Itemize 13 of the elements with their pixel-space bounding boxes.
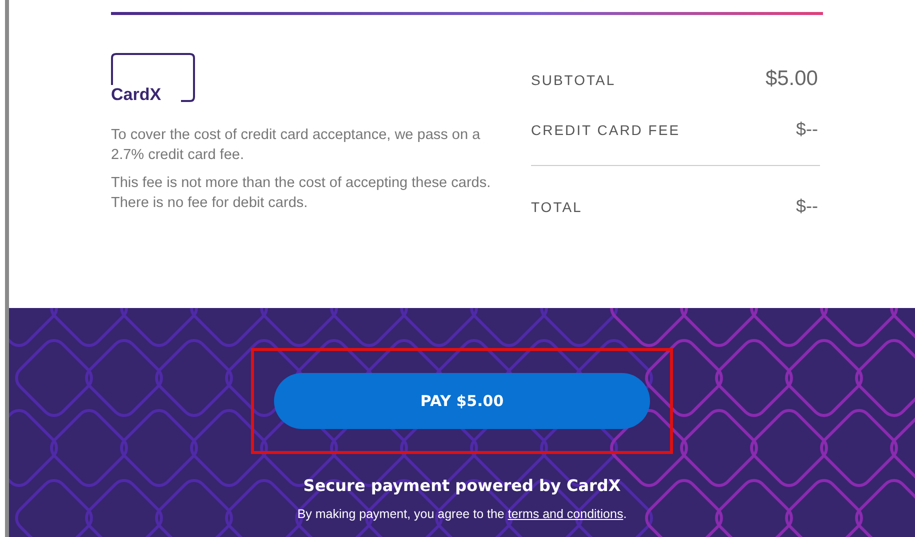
- summary-value: $--: [796, 119, 819, 140]
- summary-label: SUBTOTAL: [531, 72, 616, 88]
- summary-label: TOTAL: [531, 199, 582, 215]
- secure-payment-text: Secure payment powered by CardX: [303, 476, 621, 495]
- fee-note: To cover the cost of credit card acceptance, we pass on a 2.7% credit card fee.: [111, 126, 482, 165]
- pay-button[interactable]: PAY $5.00: [274, 373, 650, 429]
- summary-label: CREDIT CARD FEE: [531, 122, 680, 138]
- summary-value: $5.00: [765, 67, 819, 91]
- logo: CardX: [111, 53, 197, 105]
- terms-link[interactable]: terms and conditions: [508, 507, 624, 521]
- summary-value: $--: [796, 196, 819, 217]
- fee-note: This fee is not more than the cost of accepting these cards. There is no fee for debit cards.: [111, 174, 492, 213]
- terms-sentence: By making payment, you agree to the terms and conditions.: [297, 507, 627, 521]
